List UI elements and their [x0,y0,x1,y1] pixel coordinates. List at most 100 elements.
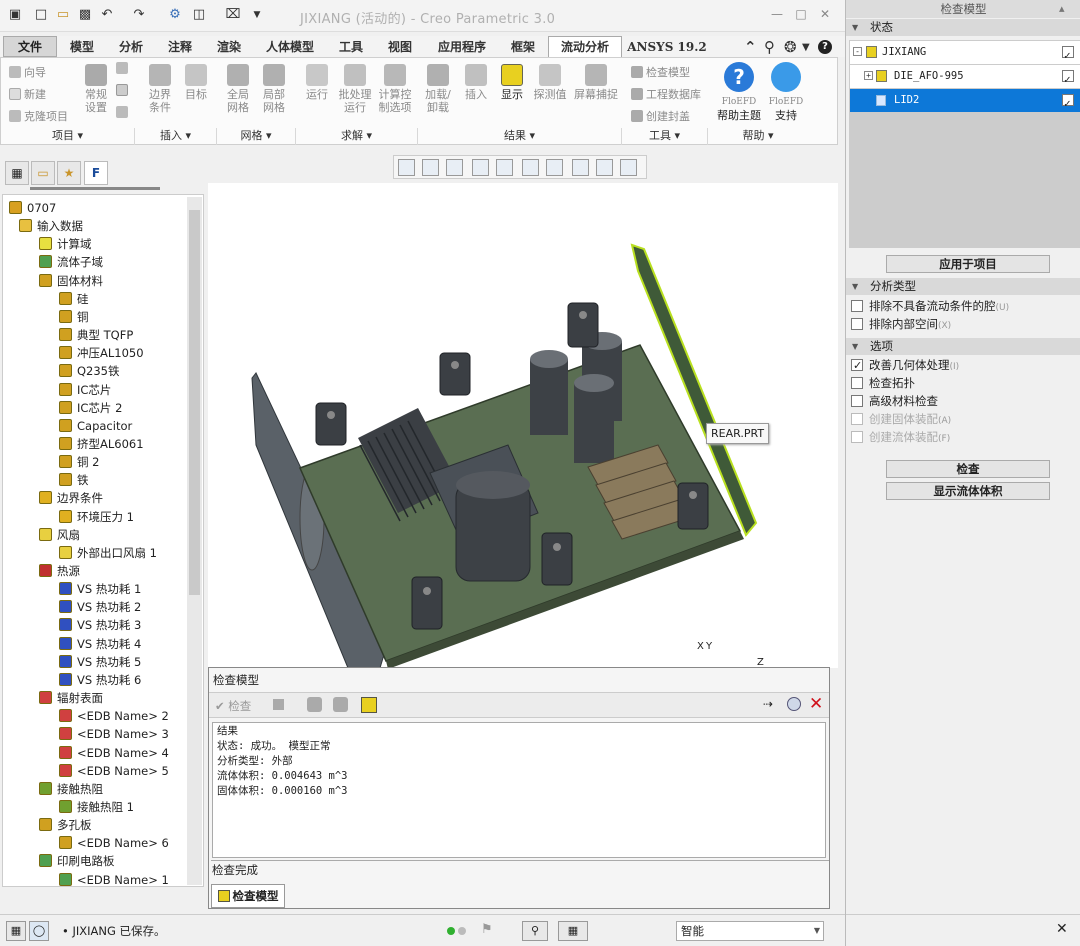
group-results[interactable]: 结果 ▾ [418,128,622,145]
tab-model[interactable]: 模型 [58,36,106,57]
repaint-icon[interactable] [472,159,489,176]
tree-item[interactable]: 0707 [9,199,56,217]
settings-dropdown-icon[interactable]: ▼ [802,42,810,53]
general-settings-button[interactable]: 常规 设置 [81,64,111,114]
tree-item[interactable]: 外部出口风扇 1 [59,544,157,562]
show-fluid-volume-button[interactable]: 显示流体体积 [886,482,1050,500]
probe-button[interactable]: 探测值 [533,64,567,101]
regenerate-icon[interactable]: ⚙ [166,6,184,24]
status-section-header[interactable]: 状态 [846,19,1080,36]
group-project[interactable]: 项目 ▾ [1,128,135,145]
graphics-viewport[interactable]: REAR.PRT X Y Z [208,183,838,669]
help-icon[interactable]: ? [818,40,832,54]
calculation-control-button[interactable]: 计算控 制选项 [377,64,413,114]
annotation-display-icon[interactable] [596,159,613,176]
tree-item[interactable]: 风扇 [39,526,80,544]
show-icon[interactable] [307,697,322,712]
check-model-button[interactable]: 检查模型 [631,64,690,80]
tree-item[interactable]: 固体材料 [39,272,103,290]
refit-icon[interactable] [398,159,415,176]
tree-item[interactable]: <EDB Name> 2 [59,707,169,725]
display-button[interactable]: 显示 [497,64,527,101]
tree-item[interactable]: 接触热阻 1 [59,798,134,816]
check-button[interactable]: 检查 [886,460,1050,478]
saved-orientations-icon[interactable] [522,159,539,176]
spin-center-icon[interactable] [620,159,637,176]
tab-file[interactable]: 文件 [3,36,57,57]
tab-flow-analysis[interactable]: 流动分析 [548,36,622,58]
apply-to-project-button[interactable]: 应用于项目 [886,255,1050,273]
improve-geometry-checkbox[interactable] [851,357,863,374]
improve-geometry-option[interactable]: 改善几何体处理(I) [851,357,959,374]
tab-manikin[interactable]: 人体模型 [254,36,326,57]
load-unload-button[interactable]: 加载/卸载 [423,64,453,114]
tree-item[interactable]: 硅 [59,290,89,308]
collapse-dialog-icon[interactable] [787,697,801,711]
tree-item[interactable]: VS 热功耗 1 [59,580,141,598]
tree-item[interactable]: Q235铁 [59,362,120,380]
check-topology-option[interactable]: 检查拓扑 [851,375,915,392]
wizard-button[interactable]: 向导 [9,64,46,80]
project-tool-3[interactable] [116,106,131,119]
undo-icon[interactable]: ↶ [98,6,116,24]
collapse-ribbon-icon[interactable]: ⌃ [744,38,757,56]
advanced-material-check-option[interactable]: 高级材料检查 [851,393,938,410]
boundary-condition-button[interactable]: 边界 条件 [145,64,175,114]
tree-item[interactable]: 多孔板 [39,816,92,834]
floefd-help-button[interactable]: ? FloEFD 帮助主题 [715,62,763,122]
tab-annotate[interactable]: 注释 [156,36,204,57]
global-mesh-button[interactable]: 全局 网格 [223,64,253,114]
model-tree-tab[interactable]: ▦ [5,161,29,185]
goals-button[interactable]: 目标 [181,64,211,101]
collapse-icon[interactable]: - [853,47,862,56]
tree-item[interactable]: <EDB Name> 5 [59,762,169,780]
exclude-cavities-checkbox[interactable] [851,300,863,312]
dialog-check-button[interactable]: ✔ 检查 [215,698,251,714]
datum-display-icon[interactable] [572,159,589,176]
options-section-header[interactable]: 选项 [846,338,1080,355]
tree-item[interactable]: VS 热功耗 6 [59,671,141,689]
minimize-button[interactable]: — [768,5,786,23]
group-solve[interactable]: 求解 ▾ [296,128,418,145]
close-window-icon[interactable]: ⌧ [224,6,242,24]
tree-item[interactable]: IC芯片 2 [59,399,122,417]
toggle-browser-icon[interactable]: ◯ [29,921,49,941]
app-icon[interactable]: ▣ [6,6,24,24]
tree-scrollbar-thumb[interactable] [189,210,200,595]
insert-result-button[interactable]: 插入 [461,64,491,101]
tab-analysis[interactable]: 分析 [108,36,154,57]
tree-item[interactable]: 热源 [39,562,80,580]
view-manager-icon[interactable] [546,159,563,176]
tree-item[interactable]: 接触热阻 [39,780,103,798]
check-topology-checkbox[interactable] [851,377,863,389]
tree-item[interactable]: IC芯片 [59,381,111,399]
exclude-cavities-option[interactable]: 排除不具备流动条件的腔(U) [851,298,1009,315]
group-tools[interactable]: 工具 ▾ [622,128,708,145]
analysis-type-section-header[interactable]: 分析类型 [846,278,1080,295]
tree-item[interactable]: 铜 [59,308,89,326]
tab-ansys[interactable]: ANSYS 19.2 [624,36,710,57]
open-icon[interactable]: ▭ [54,6,72,24]
selection-icon[interactable]: ▦ [558,921,588,941]
tree-item[interactable]: 计算域 [39,235,92,253]
tree-item[interactable]: 流体子域 [39,253,103,271]
tab-applications[interactable]: 应用程序 [426,36,498,57]
pin-icon[interactable]: ▴ [1059,2,1065,15]
new-icon[interactable]: □ [32,6,50,24]
tree-item[interactable]: <EDB Name> 4 [59,744,169,762]
tree-item[interactable]: <EDB Name> 3 [59,725,169,743]
new-project-button[interactable]: 新建 [9,86,46,102]
status-checkbox-jixiang[interactable] [1062,44,1074,67]
tree-item[interactable]: 冲压AL1050 [59,344,144,362]
tree-item[interactable]: 环境压力 1 [59,508,134,526]
exclude-internal-space-checkbox[interactable] [851,318,863,330]
find-icon[interactable]: ⚲ [522,921,548,941]
screen-capture-button[interactable]: 屏幕捕捉 [573,64,619,101]
expand-icon[interactable]: + [864,71,873,80]
export-icon[interactable] [361,697,377,713]
toggle-navigator-icon[interactable]: ▦ [6,921,26,941]
engineering-database-button[interactable]: 工程数据库 [631,86,701,102]
status-row-jixiang[interactable]: - JIXIANG [850,41,1080,67]
close-panel-icon[interactable]: ✕ [1056,921,1068,937]
project-tool-1[interactable] [116,62,131,75]
